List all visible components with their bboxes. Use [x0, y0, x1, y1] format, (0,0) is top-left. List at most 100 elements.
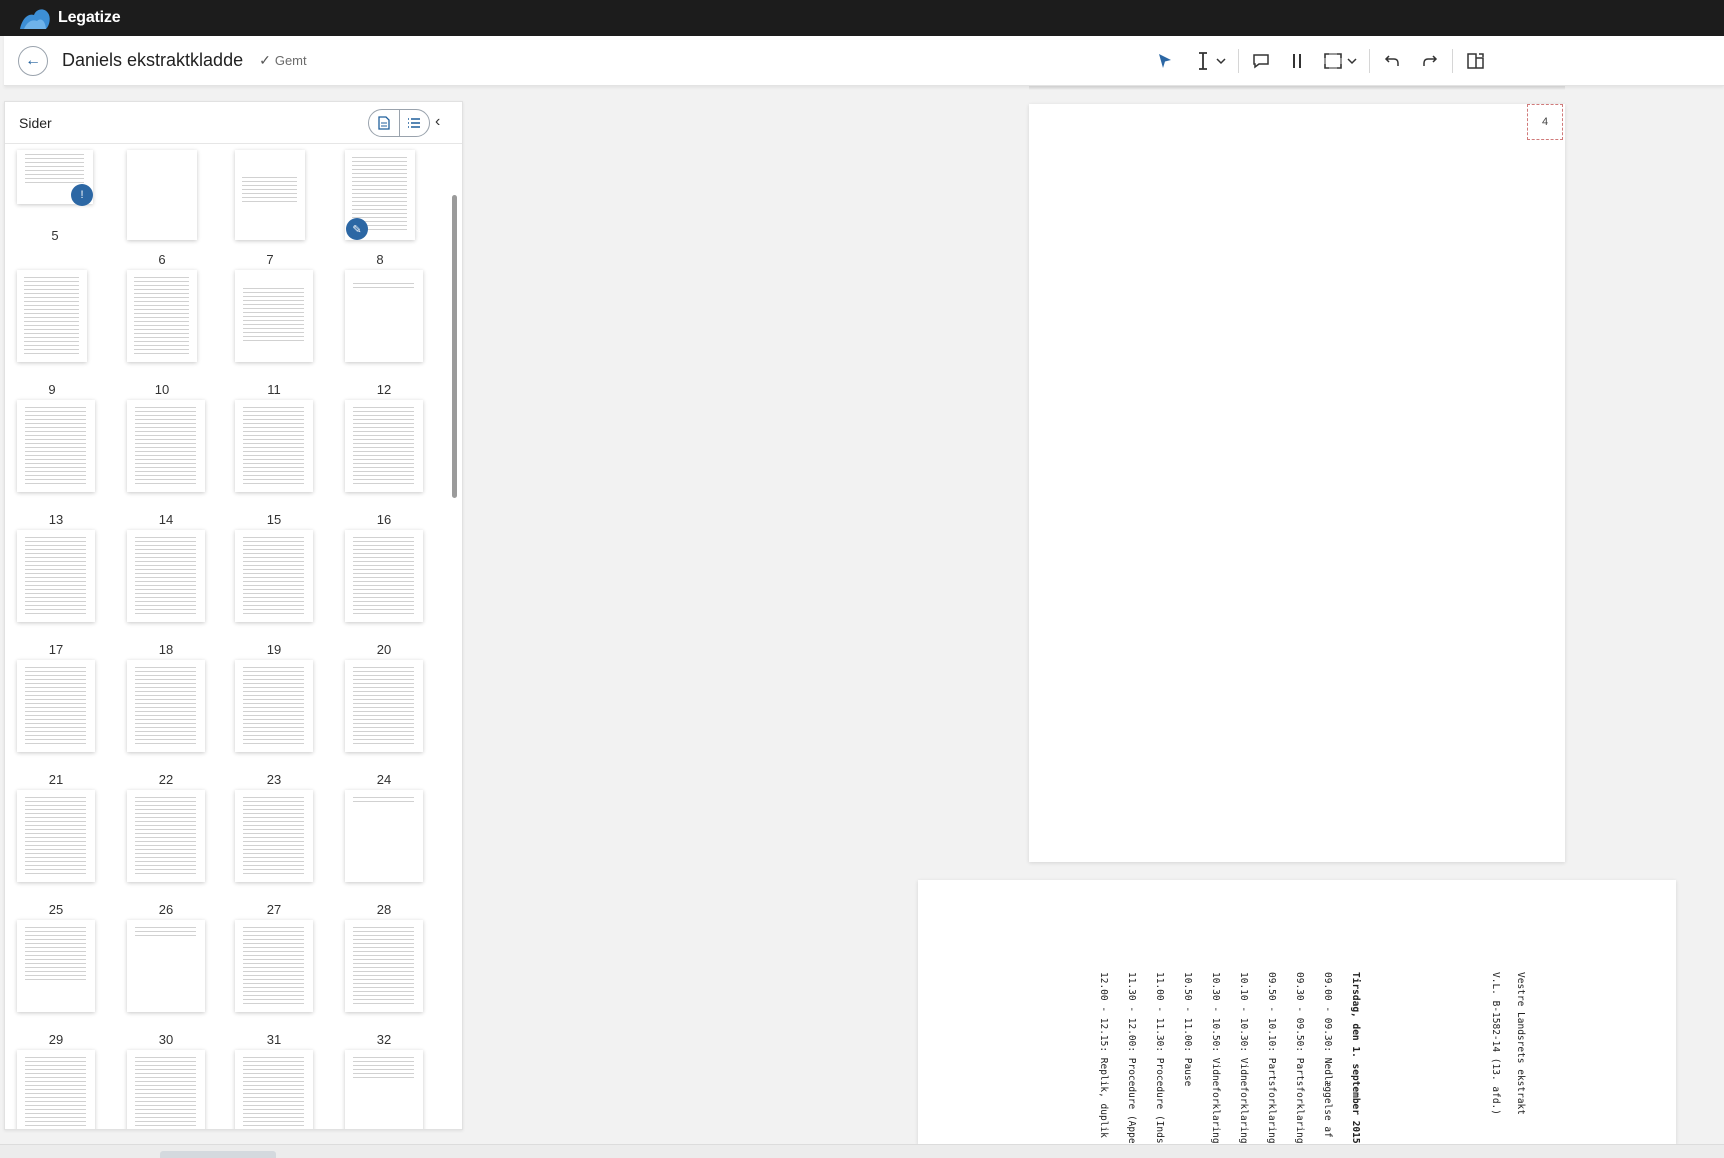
page-number-label: 18: [158, 642, 174, 657]
page-number-label: 16: [376, 512, 392, 527]
page-thumbnail[interactable]: [17, 920, 95, 1012]
page-number-label: 29: [48, 1032, 64, 1047]
document-page[interactable]: 4: [1029, 104, 1565, 862]
export-layout-button[interactable]: [1463, 46, 1489, 76]
page-number-label: 8: [376, 252, 384, 267]
pages-panel-title: Sider: [19, 114, 52, 131]
document-text-line: 11.30 - 12.00: Procedure (Appellant: [1126, 972, 1137, 1144]
page-thumbnail[interactable]: [127, 920, 205, 1012]
split-tool-button[interactable]: [1285, 46, 1309, 76]
save-status-label: Gemt: [274, 53, 307, 68]
page-number-label: 15: [266, 512, 282, 527]
document-text-line: 11.00 - 11.30: Procedure (Indstævn: [1154, 972, 1165, 1144]
document-page-rotated[interactable]: Vestre Landsrets ekstrakt V.L. B-1582-14 …: [918, 880, 1676, 1144]
undo-button[interactable]: [1380, 46, 1404, 76]
page-number-label: 17: [48, 642, 64, 657]
document-text-line: 09.30 - 09.50: Partsforklaring af He: [1294, 972, 1305, 1144]
page-thumbnail[interactable]: [235, 660, 313, 752]
document-icon: [378, 116, 390, 130]
page-thumbnail[interactable]: [235, 270, 313, 362]
redo-button[interactable]: [1418, 46, 1442, 76]
page-thumbnail[interactable]: [235, 530, 313, 622]
pages-panel: Sider ‹ ! 5 6 7 ✎ 8 9 10 11 12 13 14 15 …: [4, 101, 463, 1130]
annotation-toolbar: [1152, 36, 1489, 86]
area-tool-dropdown[interactable]: [1345, 46, 1359, 76]
page-number-label: 32: [376, 1032, 392, 1047]
page-number-label: 31: [266, 1032, 282, 1047]
text-select-tool-button[interactable]: [1192, 46, 1214, 76]
page-thumbnail[interactable]: [17, 400, 95, 492]
page-number-label: 11: [267, 382, 281, 397]
page-thumbnail[interactable]: [345, 1050, 423, 1129]
page-number-label: 30: [158, 1032, 174, 1047]
comment-tool-button[interactable]: [1249, 46, 1273, 76]
page-thumbnail[interactable]: [127, 150, 197, 240]
previous-page-edge: [1029, 86, 1565, 90]
page-thumbnail[interactable]: [345, 660, 423, 752]
collapse-panel-button[interactable]: ‹: [435, 113, 440, 131]
page-thumbnail[interactable]: [127, 790, 205, 882]
page-thumbnail[interactable]: [17, 270, 87, 362]
select-tool-button[interactable]: [1152, 46, 1178, 76]
page-thumbnail[interactable]: [127, 400, 205, 492]
page-thumbnail[interactable]: [345, 270, 423, 362]
page-thumbnail[interactable]: [345, 920, 423, 1012]
page-number-label: 7: [266, 252, 274, 267]
page-number-label: 6: [158, 252, 166, 267]
page-number-stamp[interactable]: 4: [1527, 104, 1563, 140]
page-thumbnail[interactable]: [17, 660, 95, 752]
page-thumbnail[interactable]: [127, 660, 205, 752]
list-view-button[interactable]: [398, 110, 430, 136]
page-thumbnail[interactable]: [235, 1050, 313, 1129]
horizontal-scrollbar[interactable]: [160, 1151, 276, 1158]
page-thumbnail[interactable]: [17, 1050, 95, 1129]
toolbar-divider: [1238, 49, 1239, 73]
page-thumbnail[interactable]: [235, 790, 313, 882]
back-button[interactable]: ←: [18, 45, 48, 76]
pages-scrollbar[interactable]: [452, 195, 457, 498]
page-number-label: 9: [48, 382, 56, 397]
undo-icon: [1384, 55, 1399, 66]
cursor-arrow-icon: [1159, 54, 1171, 68]
list-icon: [408, 118, 421, 128]
page-number-label: 19: [266, 642, 282, 657]
page-number-label: 20: [376, 642, 392, 657]
page-number-label: 23: [266, 772, 282, 787]
redo-icon: [1423, 55, 1438, 66]
document-title: Daniels ekstraktkladde: [62, 50, 244, 70]
page-number-label: 27: [266, 902, 282, 917]
chevron-down-icon: [1347, 58, 1357, 65]
page-number-label: 14: [158, 512, 174, 527]
page-number-label: 10: [154, 382, 170, 397]
page-number-label: 13: [48, 512, 64, 527]
page-thumbnail[interactable]: [17, 790, 95, 882]
page-thumbnail[interactable]: [235, 400, 313, 492]
chevron-down-icon: [1216, 58, 1226, 65]
page-thumbnail[interactable]: [127, 1050, 205, 1129]
page-thumbnail[interactable]: [17, 530, 95, 622]
page-thumbnail[interactable]: [235, 150, 305, 240]
edit-badge-icon: ✎: [346, 218, 368, 240]
page-thumbnail[interactable]: [345, 790, 423, 882]
layout-export-icon: [1467, 53, 1484, 69]
page-number-label: 28: [376, 902, 392, 917]
page-thumbnail[interactable]: [345, 400, 423, 492]
text-tool-dropdown[interactable]: [1214, 46, 1228, 76]
page-thumbnail[interactable]: [345, 530, 423, 622]
check-icon: ✓: [259, 52, 271, 68]
comment-icon: [1253, 54, 1269, 69]
frame-select-icon: [1324, 53, 1342, 69]
page-number-label: 25: [48, 902, 64, 917]
pages-panel-header: Sider ‹: [5, 102, 462, 144]
page-thumbnail[interactable]: [127, 270, 197, 362]
page-number-label: 5: [51, 228, 59, 243]
document-text-line: Vestre Landsrets ekstrakt: [1515, 972, 1526, 1115]
view-mode-toggle: [368, 109, 430, 137]
thumbnail-view-button[interactable]: [369, 110, 399, 136]
document-text-line: 10.30 - 10.50: Vidneforklaring af Tø: [1210, 972, 1221, 1144]
toolbar-divider: [1369, 49, 1370, 73]
area-select-tool-button[interactable]: [1321, 46, 1345, 76]
page-thumbnail[interactable]: [235, 920, 313, 1012]
page-thumbnail[interactable]: [127, 530, 205, 622]
split-columns-icon: [1293, 54, 1301, 68]
